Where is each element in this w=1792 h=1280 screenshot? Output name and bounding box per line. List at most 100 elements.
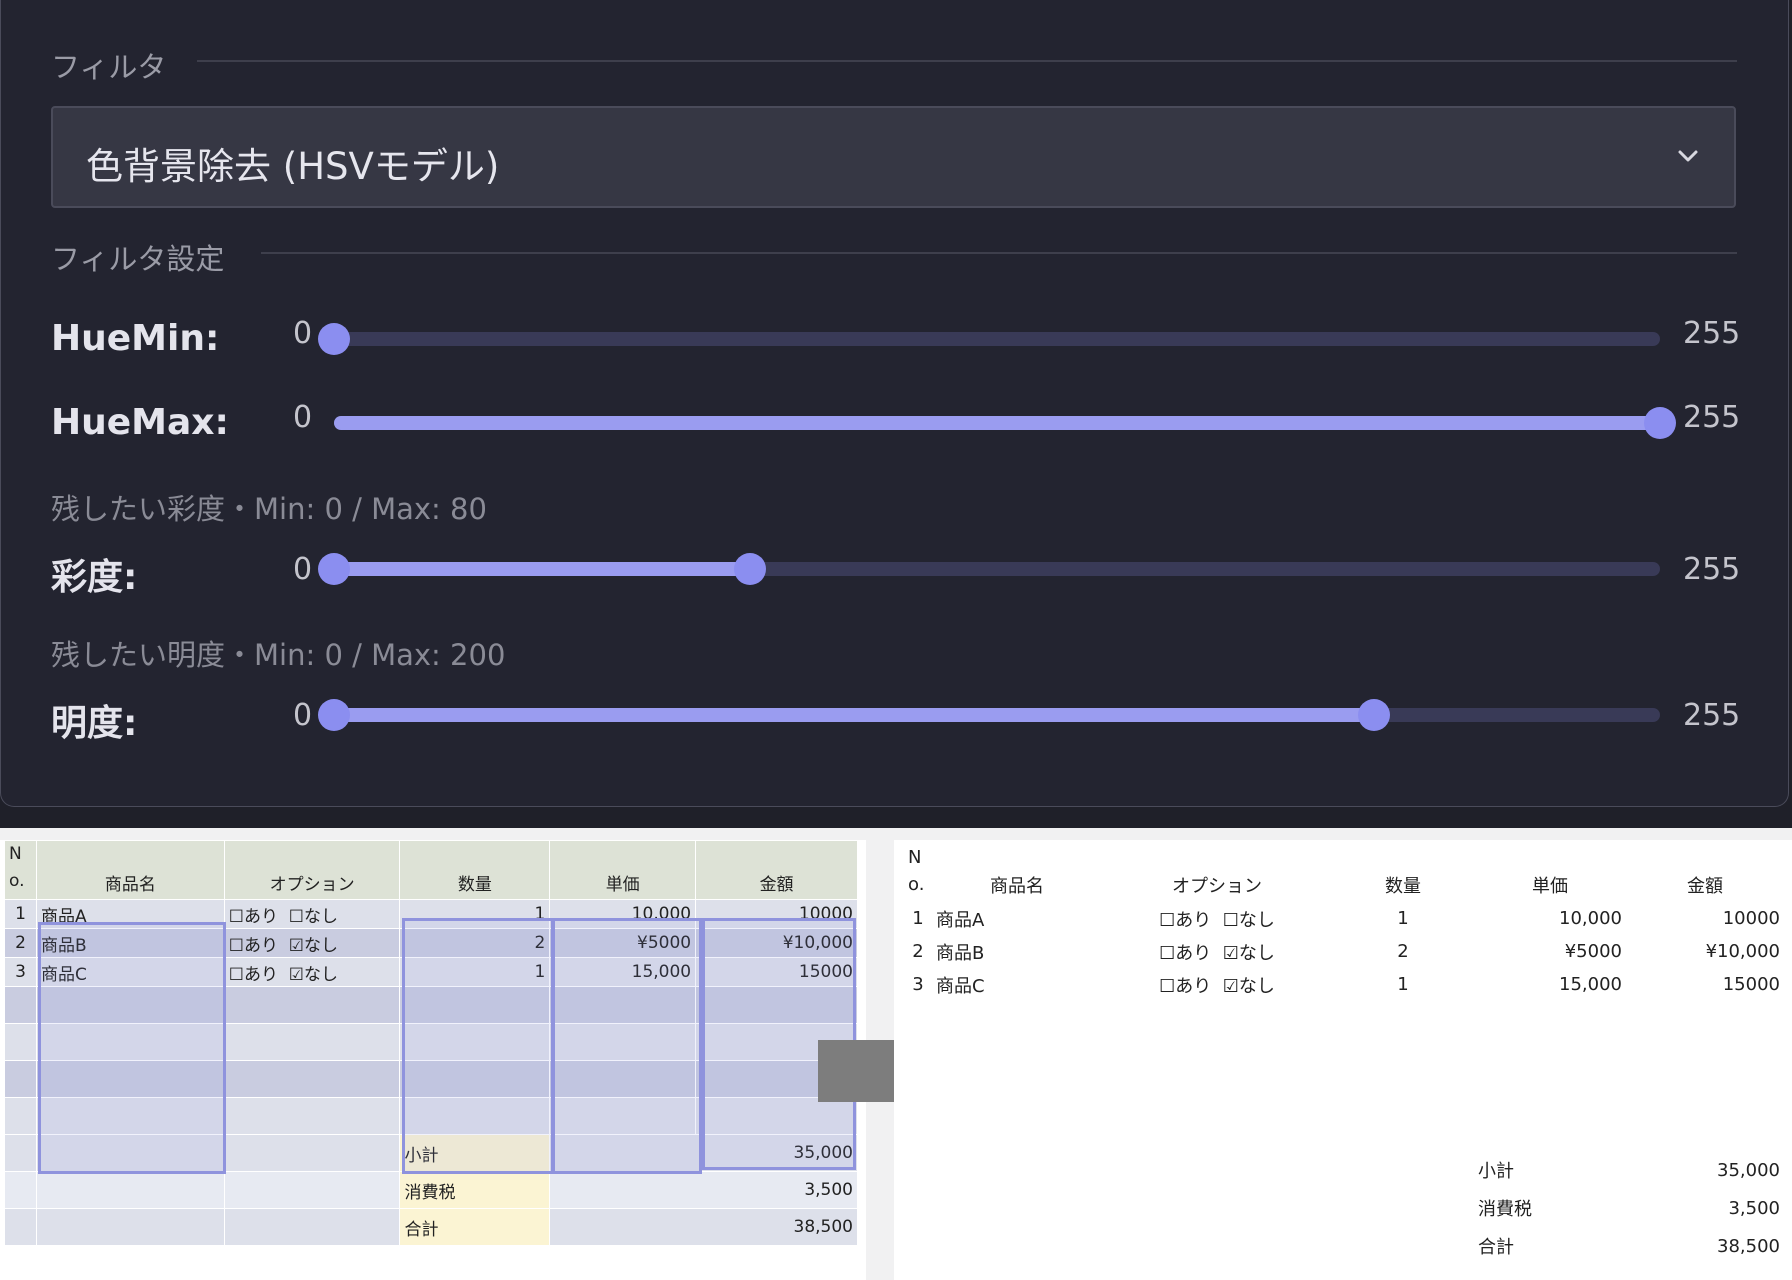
option-no: ☑なし [1222,975,1275,997]
cell-option: ☐あり ☐なし [1102,902,1332,935]
slider-thumb-max[interactable] [734,553,766,585]
cell-price: 10,000 [1559,908,1622,929]
cell-qty: 2 [1397,941,1409,962]
subtotal-value: 35,000 [1717,1159,1780,1181]
value-label: 明度: [51,703,138,744]
tax-row: 消費税 3,500 [4,1171,858,1209]
header-option: オプション [1172,876,1262,897]
cell-option: ☐あり ☑なし [223,957,401,987]
cell-price: ¥5000 [1564,941,1622,962]
original-image: N o. 商品名 オプション 数量 単価 金額 1 商品A ☐あり ☐なし 1 … [0,840,866,1280]
cell-price: 15,000 [1559,974,1622,995]
slider-thumb-min[interactable] [318,553,350,585]
total-label: 合計 [399,1208,551,1246]
cell-amount: 10000 [1722,908,1780,929]
total-value: 38,500 [1717,1235,1780,1257]
huemin-label: HueMin: [51,318,220,359]
table-row: 1 商品A ☐あり ☐なし 1 10,000 10000 [904,902,1784,935]
header-no: N o. [4,840,37,900]
tax-value: 3,500 [549,1171,858,1209]
option-no: ☑なし [1222,942,1275,964]
empty-area [904,1001,1784,1151]
cell-name: 商品B [936,942,985,964]
total-row: 合計 38,500 [4,1208,858,1246]
header-qty: 数量 [1385,876,1421,897]
cell-no: 3 [4,957,37,987]
region-qty-column [402,918,554,1174]
slider-thumb-max[interactable] [1358,699,1390,731]
slider-track[interactable] [318,323,1660,355]
filter-section-label: フィルタ [51,50,167,84]
slider-max-value: 255 [1683,552,1741,587]
value-hint: 残したい明度・Min: 0 / Max: 200 [51,638,506,672]
slider-track[interactable] [318,699,1660,731]
section-divider [261,252,1737,254]
table-row: 2 商品B ☐あり ☑なし 2 ¥5000 ¥10,000 [904,935,1784,968]
header-name: 商品名 [990,876,1044,897]
slider-thumb[interactable] [1644,407,1676,439]
slider-min-value: 0 [293,698,313,733]
slider-thumb-min[interactable] [318,699,350,731]
cell-no: 1 [912,908,924,929]
option-yes: ☐あり [228,964,278,985]
cell-name: 商品C [936,975,985,997]
slider-min-value: 0 [293,316,313,351]
total-label: 合計 [1478,1237,1514,1258]
slider-max-value: 255 [1683,698,1741,733]
total-value: 38,500 [549,1208,858,1246]
slider-max-value: 255 [1683,316,1741,351]
cell-no: 3 [912,974,924,995]
header-price: 単価 [1532,876,1568,897]
saturation-label: 彩度: [51,557,138,598]
option-no: ☐なし [1222,909,1275,931]
filter-panel-card: フィルタ 色背景除去 (HSVモデル) フィルタ設定 HueMin: 0 255… [0,0,1789,807]
option-yes: ☐あり [1159,975,1212,997]
tax-value: 3,500 [1728,1197,1780,1219]
cell-no: 2 [912,941,924,962]
option-yes: ☐あり [1159,909,1212,931]
preview-area: N o. 商品名 オプション 数量 単価 金額 1 商品A ☐あり ☐なし 1 … [0,828,1792,1280]
slider-fill [334,708,1374,722]
cell-name: 商品A [936,909,985,931]
slider-min-value: 0 [293,400,313,435]
header-qty: 数量 [399,840,551,900]
region-price-column [552,918,702,1174]
cell-option: ☐あり ☑なし [1102,935,1332,968]
filter-panel: フィルタ 色背景除去 (HSVモデル) フィルタ設定 HueMin: 0 255… [0,0,1792,828]
slider-min-value: 0 [293,552,313,587]
cell-qty: 1 [1397,974,1409,995]
subtotal-row: 小計 35,000 [904,1151,1784,1189]
cell-amount: 15000 [1722,974,1780,995]
filter-settings-label: フィルタ設定 [51,242,225,276]
option-no: ☑なし [288,935,339,956]
slider-max-value: 255 [1683,400,1741,435]
option-no: ☑なし [288,964,339,985]
header-amount: 金額 [695,840,858,900]
cell-no: 2 [4,928,37,958]
result-image: N o. 商品名 オプション 数量 単価 金額 1 商品A ☐あり ☐なし 1 … [894,840,1792,1280]
tax-row: 消費税 3,500 [904,1189,1784,1227]
cell-no: 1 [4,899,37,929]
option-no: ☐なし [288,906,339,927]
cell-option: ☐あり ☑なし [1102,968,1332,1001]
filter-select[interactable]: 色背景除去 (HSVモデル) [51,106,1736,208]
tax-label: 消費税 [399,1171,551,1209]
slider-track[interactable] [318,553,1660,585]
table-row: 3 商品C ☐あり ☑なし 1 15,000 15000 [904,968,1784,1001]
header-name: 商品名 [35,840,225,900]
slider-fill [334,562,750,576]
table-header-row: N o. 商品名 オプション 数量 単価 金額 [904,840,1784,902]
slider-track[interactable] [334,407,1676,439]
result-table: N o. 商品名 オプション 数量 単価 金額 1 商品A ☐あり ☐なし 1 … [904,840,1784,1265]
cell-option: ☐あり ☐なし [223,899,401,929]
section-divider [197,60,1737,62]
header-price: 単価 [549,840,697,900]
header-amount: 金額 [1687,876,1723,897]
slider-thumb[interactable] [318,323,350,355]
header-no: N o. [908,847,925,895]
option-yes: ☐あり [228,935,278,956]
chevron-down-icon [1678,150,1698,162]
cell-amount: ¥10,000 [1705,941,1780,962]
tax-label: 消費税 [1478,1199,1532,1220]
huemax-label: HueMax: [51,402,229,443]
